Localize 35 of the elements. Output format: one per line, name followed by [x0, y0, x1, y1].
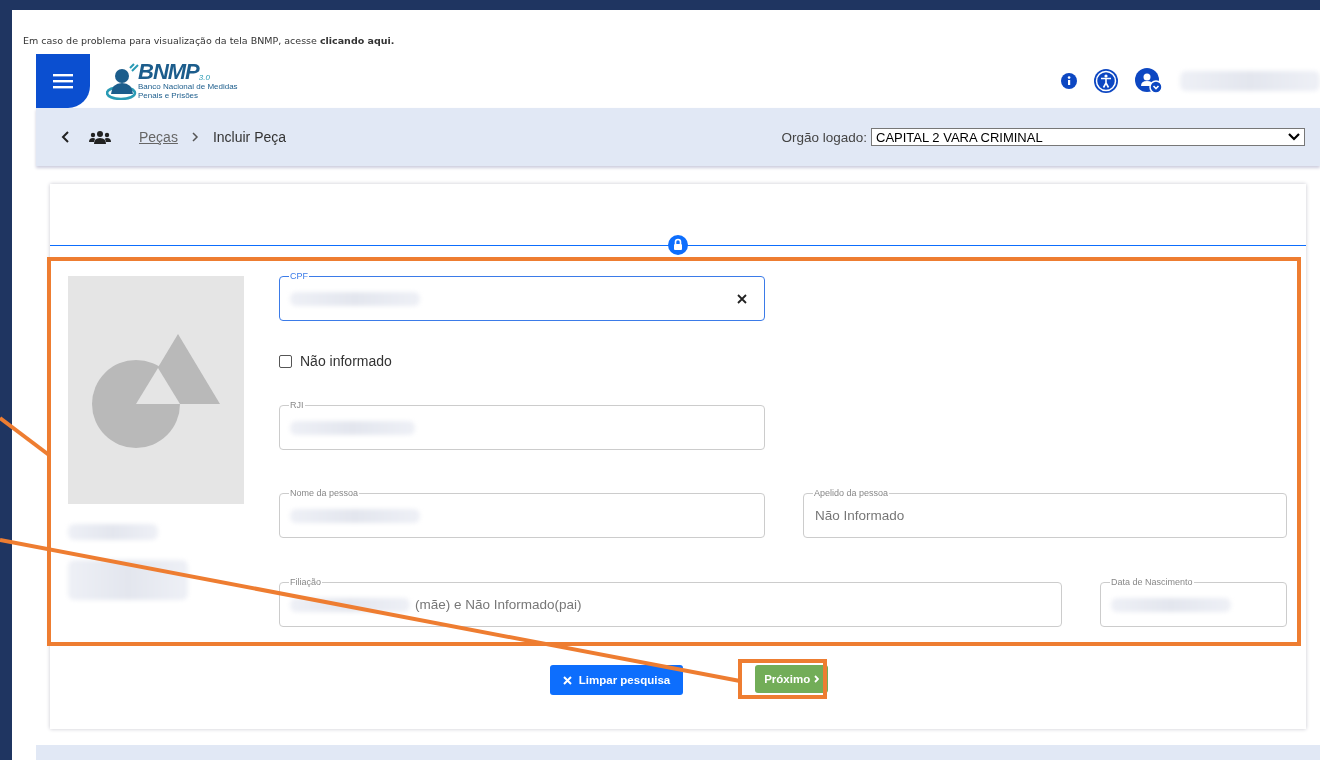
field-label: Apelido da pessoa [813, 488, 890, 499]
people-icon [89, 130, 111, 144]
back-icon[interactable] [61, 131, 71, 143]
close-icon[interactable] [737, 294, 747, 304]
logo-tagline: Banco Nacional de Medidas Penais e Prisões [138, 82, 239, 100]
checkbox[interactable] [279, 354, 292, 368]
checkbox-label: Não informado [300, 353, 392, 369]
notice-text: Em caso de problema para visualização da tela BNMP, acesse clicando aqui. [12, 10, 1320, 54]
accessibility-icon[interactable] [1094, 69, 1118, 93]
field-label: CPF [289, 271, 309, 282]
logo-version: 3.0 [198, 73, 210, 82]
menu-icon [53, 73, 73, 89]
field-label: Data de Nascimento [1110, 577, 1194, 588]
organ-select[interactable]: CAPITAL 2 VARA CRIMINAL [871, 128, 1305, 146]
person-logo-icon [106, 62, 140, 100]
next-button[interactable]: Próximo [755, 665, 829, 693]
field-value: (mãe) e Não Informado(pai) [415, 597, 582, 612]
info-icon[interactable] [1061, 73, 1077, 89]
field-label: Nome da pessoa [289, 488, 360, 499]
field-label: Filiação [289, 577, 322, 588]
chevron-right-icon [814, 675, 820, 683]
close-icon [562, 675, 572, 685]
logo-name: BNMP [138, 62, 199, 82]
menu-button[interactable] [36, 54, 90, 108]
field-label: RJI [289, 400, 305, 411]
chevron-right-icon [191, 132, 199, 142]
link[interactable]: clicando aqui. [319, 35, 395, 54]
user-icon[interactable] [1135, 68, 1163, 94]
organ-label: Orgão logado: [781, 129, 867, 145]
clear-search-button[interactable]: Limpar pesquisa [549, 665, 684, 695]
image-placeholder-icon [68, 276, 244, 504]
field-value: Não Informado [815, 508, 905, 523]
breadcrumb-link[interactable]: Peças [139, 129, 178, 145]
chevron-down-icon [1288, 133, 1300, 141]
breadcrumb-current: Incluir Peça [212, 129, 287, 145]
